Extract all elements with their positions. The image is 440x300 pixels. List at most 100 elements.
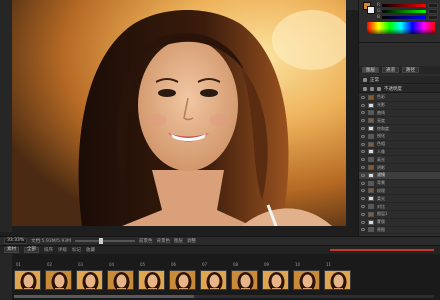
background-color-swatch[interactable] bbox=[367, 6, 375, 14]
film-thumbnail[interactable] bbox=[76, 270, 103, 290]
green-slider[interactable] bbox=[382, 10, 426, 13]
tab-channels[interactable]: 通道 bbox=[382, 67, 399, 73]
film-thumbnail[interactable] bbox=[14, 270, 41, 290]
layer-name: 锐化 bbox=[377, 133, 385, 139]
visibility-eye-icon[interactable] bbox=[361, 119, 365, 123]
layer-row[interactable]: 曲线 bbox=[359, 110, 440, 118]
visibility-eye-icon[interactable] bbox=[361, 228, 365, 232]
visibility-eye-icon[interactable] bbox=[361, 205, 365, 209]
layer-row[interactable]: 锐化 bbox=[359, 133, 440, 141]
layer-row[interactable]: 柔光 bbox=[359, 195, 440, 204]
layer-row[interactable]: 亮度 bbox=[359, 117, 440, 126]
panel-divider bbox=[359, 42, 440, 43]
zoom-slider-knob[interactable] bbox=[99, 238, 104, 244]
film-thumbnail[interactable] bbox=[169, 270, 196, 290]
film-label-2[interactable]: 标记 bbox=[72, 247, 81, 253]
visibility-eye-icon[interactable] bbox=[361, 197, 365, 201]
film-thumbnail[interactable] bbox=[138, 270, 165, 290]
layer-row[interactable]: 阴影 bbox=[359, 164, 440, 172]
visibility-eye-icon[interactable] bbox=[361, 95, 365, 99]
layer-row[interactable]: 蒙版 bbox=[359, 219, 440, 227]
visibility-eye-icon[interactable] bbox=[361, 111, 365, 115]
canvas-area[interactable] bbox=[12, 0, 346, 226]
layer-thumbnail bbox=[368, 204, 374, 210]
layer-name: 柔光 bbox=[377, 195, 385, 201]
film-thumbnail[interactable] bbox=[107, 270, 134, 290]
layer-row[interactable]: 对比 bbox=[359, 203, 440, 211]
green-slider-row[interactable]: G bbox=[377, 9, 438, 14]
blue-slider[interactable] bbox=[382, 16, 426, 19]
film-label-1[interactable]: 评级 bbox=[58, 247, 67, 253]
red-value-field[interactable] bbox=[428, 3, 438, 8]
tab-paths[interactable]: 路径 bbox=[402, 67, 419, 73]
red-slider-row[interactable]: R bbox=[377, 3, 438, 8]
opacity-row[interactable]: 不透明度 bbox=[359, 85, 440, 93]
layer-thumbnail bbox=[368, 180, 374, 186]
film-thumbnail[interactable] bbox=[45, 270, 72, 290]
status-item-1[interactable]: 背景色 bbox=[157, 238, 171, 244]
blue-label: B bbox=[377, 15, 381, 20]
layer-thumbnail bbox=[368, 126, 374, 132]
layer-row[interactable]: 人像 bbox=[359, 149, 440, 157]
blue-value-field[interactable] bbox=[428, 15, 438, 20]
film-label-0[interactable]: 排序 bbox=[44, 247, 53, 253]
blend-mode-row[interactable]: 正常 bbox=[359, 76, 440, 84]
filter-select[interactable]: 全部 bbox=[24, 247, 39, 253]
film-thumbnail[interactable] bbox=[200, 270, 227, 290]
layer-thumbnail bbox=[368, 141, 374, 147]
layer-name: 背景 bbox=[377, 180, 385, 186]
status-item-0[interactable]: 前景色 bbox=[139, 238, 153, 244]
film-thumbnail[interactable] bbox=[231, 270, 258, 290]
film-thumbnail[interactable] bbox=[293, 270, 320, 290]
film-thumb-label: 05 bbox=[140, 262, 146, 267]
visibility-eye-icon[interactable] bbox=[361, 189, 365, 193]
green-label: G bbox=[377, 9, 381, 14]
zoom-field[interactable]: 33.33% bbox=[4, 238, 28, 244]
film-thumbnail[interactable] bbox=[262, 270, 289, 290]
layer-row[interactable]: 色相 bbox=[359, 141, 440, 149]
layer-row[interactable]: 色彩 bbox=[359, 94, 440, 102]
brush-icon bbox=[370, 86, 374, 91]
film-thumb-label: 11 bbox=[326, 262, 332, 267]
layer-name: 蒙版 bbox=[377, 219, 385, 225]
layer-row[interactable]: 光影 bbox=[359, 102, 440, 110]
status-item-2[interactable]: 图层 bbox=[174, 238, 183, 244]
visibility-eye-icon[interactable] bbox=[361, 181, 365, 185]
blue-slider-row[interactable]: B bbox=[377, 15, 438, 20]
visibility-eye-icon[interactable] bbox=[361, 158, 365, 162]
zoom-slider[interactable] bbox=[75, 238, 136, 244]
film-thumb-label: 07 bbox=[202, 262, 208, 267]
color-spectrum[interactable] bbox=[367, 22, 435, 34]
visibility-eye-icon[interactable] bbox=[361, 127, 365, 131]
visibility-eye-icon[interactable] bbox=[361, 212, 365, 216]
layer-name: 曲线 bbox=[377, 109, 385, 115]
layer-row[interactable]: 饱和度 bbox=[359, 125, 440, 133]
layer-row[interactable]: 滤镜 bbox=[359, 171, 440, 180]
layer-row[interactable]: 背景 bbox=[359, 180, 440, 188]
visibility-eye-icon[interactable] bbox=[361, 166, 365, 170]
film-label-3[interactable]: 收藏 bbox=[86, 247, 95, 253]
filmstrip-scrollbar[interactable] bbox=[14, 295, 434, 298]
left-toolbar[interactable] bbox=[0, 0, 12, 232]
status-item-3[interactable]: 调整 bbox=[187, 238, 196, 244]
layer-name: 饱和度 bbox=[377, 125, 389, 131]
visibility-eye-icon[interactable] bbox=[361, 150, 365, 154]
visibility-eye-icon[interactable] bbox=[361, 103, 365, 107]
layer-list: 色彩 光影 曲线亮度 饱和度锐化色相 人像 高光 阴影 滤镜 背景纹理 柔光对比 图层1 蒙版原图 bbox=[359, 94, 440, 235]
visibility-eye-icon[interactable] bbox=[361, 220, 365, 224]
layer-row[interactable]: 原图 bbox=[359, 227, 440, 235]
layer-row[interactable]: 高光 bbox=[359, 156, 440, 165]
visibility-eye-icon[interactable] bbox=[361, 134, 365, 138]
folder-select[interactable]: 素材 bbox=[4, 247, 19, 253]
film-thumbnail[interactable] bbox=[324, 270, 351, 290]
layer-row[interactable]: 图层1 bbox=[359, 211, 440, 219]
accent-bar bbox=[330, 249, 434, 251]
tab-layers[interactable]: 图层 bbox=[362, 67, 379, 73]
layer-row[interactable]: 纹理 bbox=[359, 188, 440, 196]
filmstrip-scroll-thumb[interactable] bbox=[14, 295, 194, 298]
green-value-field[interactable] bbox=[428, 9, 438, 14]
visibility-eye-icon[interactable] bbox=[361, 142, 365, 146]
red-slider[interactable] bbox=[382, 4, 426, 7]
layer-thumbnail bbox=[368, 102, 374, 108]
visibility-eye-icon[interactable] bbox=[361, 173, 365, 177]
